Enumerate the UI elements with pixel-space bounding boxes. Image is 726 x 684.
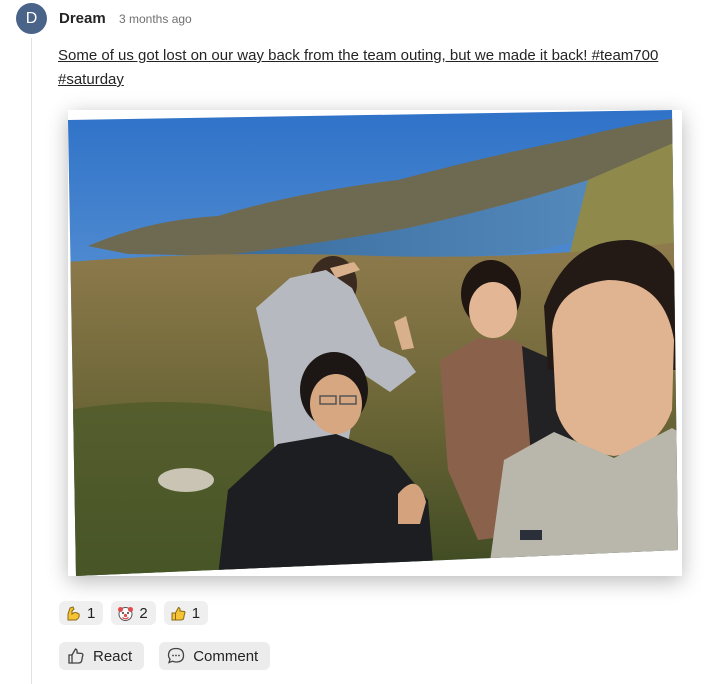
post-photo-container[interactable] bbox=[60, 104, 692, 580]
post-actions: React Comment bbox=[59, 642, 271, 670]
react-icon bbox=[68, 648, 84, 664]
react-label: React bbox=[93, 647, 133, 665]
reaction-flexed-biceps[interactable]: 1 bbox=[59, 601, 104, 625]
author-name[interactable]: Dream bbox=[59, 10, 106, 27]
reaction-count: 1 bbox=[87, 604, 96, 622]
post-timestamp: 3 months ago bbox=[119, 12, 192, 26]
thread-line bbox=[31, 38, 32, 684]
reaction-thumbs-up[interactable]: 1 bbox=[163, 601, 209, 625]
react-button[interactable]: React bbox=[59, 642, 145, 670]
reaction-clown-face[interactable]: 2 bbox=[111, 601, 156, 625]
comment-icon bbox=[168, 647, 185, 664]
flexed-biceps-icon bbox=[67, 605, 80, 620]
clown-face-icon bbox=[118, 606, 134, 621]
post-photo[interactable] bbox=[68, 110, 682, 576]
post-text: Some of us got lost on our way back from… bbox=[58, 44, 713, 92]
post-body-link[interactable]: Some of us got lost on our way back from… bbox=[58, 47, 658, 88]
reaction-bar: 1 2 1 bbox=[59, 601, 209, 625]
reaction-count: 2 bbox=[139, 604, 148, 622]
reaction-count: 1 bbox=[191, 604, 201, 622]
comment-button[interactable]: Comment bbox=[159, 642, 271, 670]
thumbs-up-icon bbox=[171, 606, 186, 620]
comment-label: Comment bbox=[193, 647, 259, 665]
post-card: D Dream 3 months ago Some of us got lost… bbox=[0, 0, 726, 684]
avatar[interactable]: D bbox=[16, 3, 47, 34]
